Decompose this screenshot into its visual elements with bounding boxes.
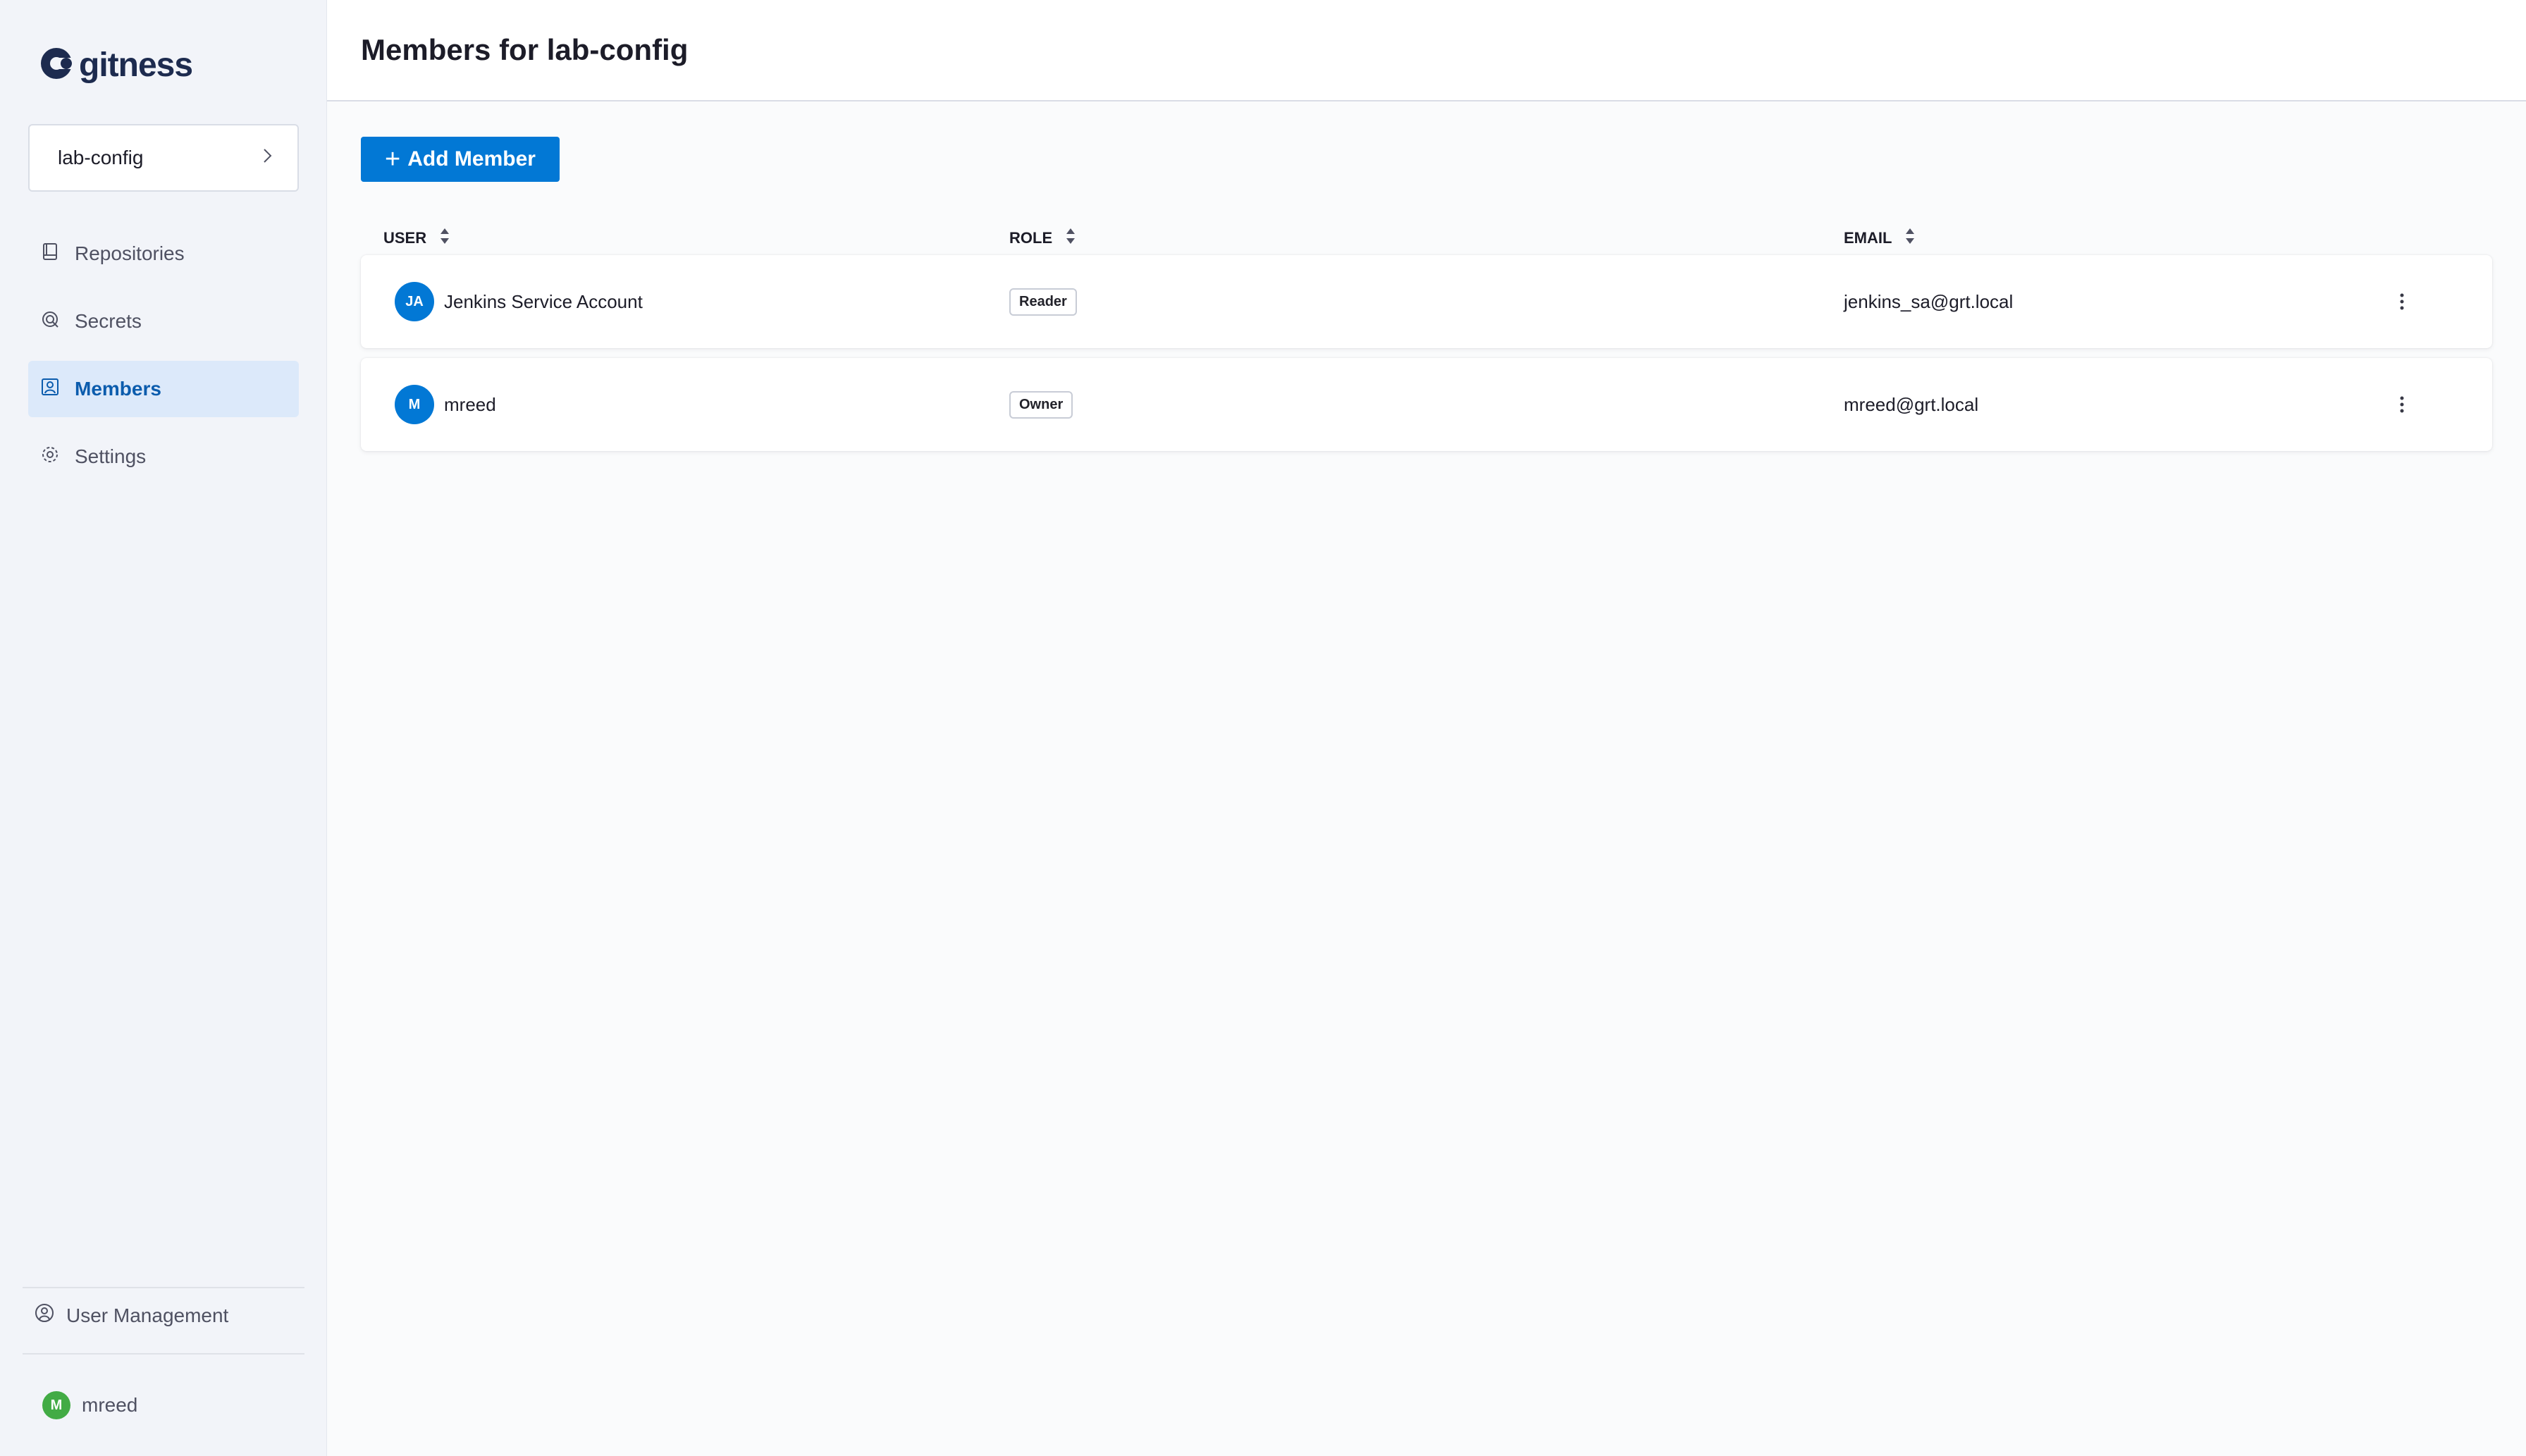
avatar: M [42, 1391, 70, 1419]
page-title: Members for lab-config [361, 33, 689, 66]
add-member-button[interactable]: + Add Member [361, 137, 560, 182]
user-circle-icon [34, 1302, 66, 1328]
brand-name: gitness [79, 47, 193, 84]
gitness-logo-icon [38, 44, 78, 87]
app-root: gitness lab-config Repositories Secrets [0, 0, 2526, 1456]
sidebar-item-label: Settings [75, 445, 147, 467]
user-email: mreed@grt.local [1844, 393, 1979, 415]
sidebar-item-label: Members [75, 378, 161, 400]
chevron-right-icon [258, 147, 276, 170]
user-email: jenkins_sa@grt.local [1844, 290, 2014, 312]
space-selector[interactable]: lab-config [28, 124, 299, 192]
table-header: USER ROLE EMAIL [361, 218, 2492, 255]
column-label: EMAIL [1844, 229, 1892, 247]
table-row[interactable]: M mreed Owner mreed@grt.local [361, 358, 2492, 451]
main-content: Members for lab-config + Add Member USER… [327, 0, 2526, 1456]
sort-icon [1892, 227, 1916, 249]
column-header-role[interactable]: ROLE [1009, 227, 1076, 249]
members-icon [39, 376, 75, 402]
role-cell: Reader [1009, 255, 1077, 348]
sidebar-item-label: Secrets [75, 310, 142, 332]
table-body: JA Jenkins Service Account Reader jenkin… [361, 255, 2492, 451]
members-table: USER ROLE EMAIL JA Jenkins Service Accou… [361, 218, 2492, 451]
secrets-icon [39, 309, 75, 335]
brand-logo[interactable]: gitness [38, 44, 193, 87]
sidebar-item-secrets[interactable]: Secrets [28, 293, 299, 350]
add-member-label: Add Member [407, 147, 536, 171]
sidebar-divider [23, 1353, 304, 1355]
sidebar-item-members[interactable]: Members [28, 361, 299, 417]
user-management-link[interactable]: User Management [34, 1302, 228, 1328]
column-header-user[interactable]: USER [383, 227, 450, 249]
user-name: Jenkins Service Account [444, 290, 643, 312]
row-actions [2386, 358, 2417, 451]
user-cell: JA Jenkins Service Account [395, 255, 643, 348]
avatar: M [395, 385, 434, 424]
table-row[interactable]: JA Jenkins Service Account Reader jenkin… [361, 255, 2492, 348]
sidebar-item-repositories[interactable]: Repositories [28, 226, 299, 282]
user-management-label: User Management [66, 1304, 229, 1326]
current-user-name: mreed [82, 1394, 138, 1416]
repository-icon [39, 241, 75, 267]
page-header: Members for lab-config [327, 0, 2526, 101]
sidebar: gitness lab-config Repositories Secrets [0, 0, 327, 1456]
space-name: lab-config [58, 147, 144, 168]
avatar: JA [395, 282, 434, 321]
user-name: mreed [444, 393, 496, 415]
more-options-icon[interactable] [2386, 286, 2417, 317]
row-actions [2386, 255, 2417, 348]
sort-icon [426, 227, 450, 249]
user-cell: M mreed [395, 358, 496, 451]
email-cell: mreed@grt.local [1844, 358, 1978, 451]
gear-icon [39, 444, 75, 470]
plus-icon: + [385, 144, 401, 174]
sidebar-item-label: Repositories [75, 242, 185, 264]
column-header-email[interactable]: EMAIL [1844, 227, 1916, 249]
email-cell: jenkins_sa@grt.local [1844, 255, 2013, 348]
column-label: ROLE [1009, 229, 1053, 247]
sidebar-nav: Repositories Secrets Members Settings [28, 226, 299, 496]
more-options-icon[interactable] [2386, 389, 2417, 420]
sidebar-item-settings[interactable]: Settings [28, 428, 299, 485]
current-user-menu[interactable]: M mreed [42, 1391, 137, 1419]
sidebar-divider [23, 1287, 304, 1288]
sort-icon [1052, 227, 1076, 249]
role-cell: Owner [1009, 358, 1073, 451]
column-label: USER [383, 229, 427, 247]
role-badge: Owner [1009, 390, 1073, 419]
role-badge: Reader [1009, 288, 1077, 316]
